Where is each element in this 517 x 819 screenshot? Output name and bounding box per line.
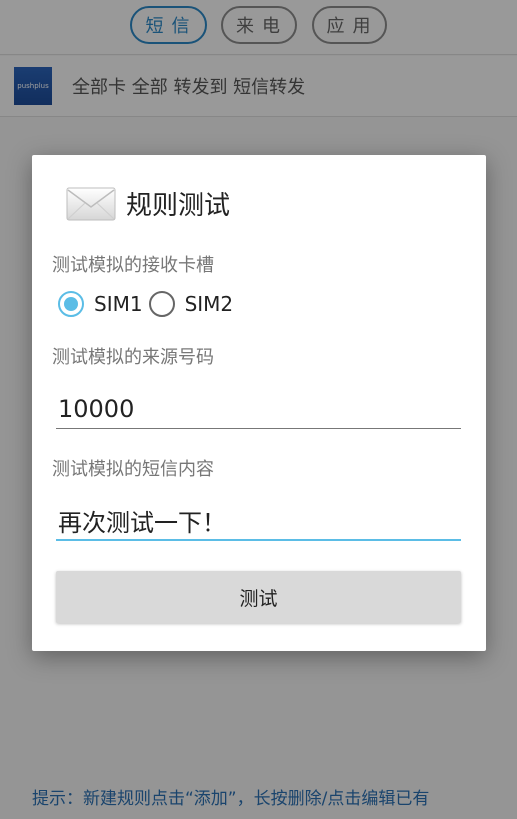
radio-sim2[interactable]: SIM2 — [148, 291, 234, 317]
radio-sim1-label: SIM1 — [94, 292, 143, 316]
envelope-icon — [66, 187, 116, 221]
radio-unchecked-icon — [148, 291, 175, 317]
radio-sim2-label: SIM2 — [184, 292, 234, 316]
rule-test-dialog: 规则测试 测试模拟的接收卡槽 SIM1 SIM2 测试模拟的来源号码 测试模拟的… — [32, 155, 486, 651]
sms-content-input[interactable] — [56, 501, 461, 541]
from-number-input[interactable] — [56, 389, 461, 429]
sms-content-label: 测试模拟的短信内容 — [52, 459, 214, 480]
test-button[interactable]: 测试 — [56, 571, 461, 623]
radio-sim1[interactable]: SIM1 — [58, 291, 143, 317]
sim-slot-label: 测试模拟的接收卡槽 — [52, 255, 214, 276]
sim-radio-group: SIM1 SIM2 — [58, 291, 239, 317]
from-number-label: 测试模拟的来源号码 — [52, 347, 214, 368]
radio-checked-icon — [58, 291, 84, 317]
dialog-title: 规则测试 — [126, 191, 231, 221]
